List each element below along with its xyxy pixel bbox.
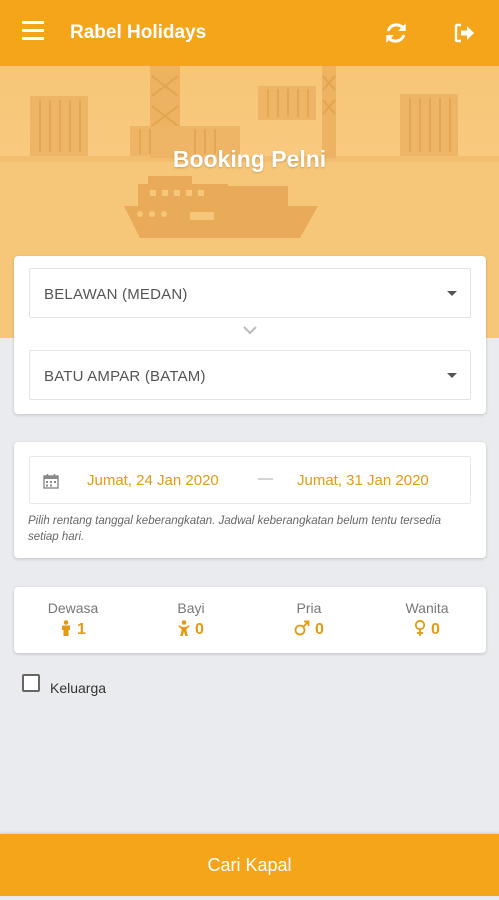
route-card: BELAWAN (MEDAN) BATU AMPAR (BATAM): [14, 256, 486, 414]
logout-icon[interactable]: [452, 21, 476, 45]
passenger-label: Wanita: [405, 600, 449, 616]
infant-icon: [178, 620, 190, 636]
start-date[interactable]: Jumat, 24 Jan 2020: [87, 472, 219, 489]
adult-icon: [62, 620, 71, 636]
passenger-female[interactable]: Wanita 0: [368, 587, 486, 653]
origin-port-value: BELAWAN (MEDAN): [44, 286, 188, 303]
destination-port-select[interactable]: BATU AMPAR (BATAM): [29, 350, 471, 400]
passenger-count: 0: [195, 621, 204, 638]
passenger-card: Dewasa 1 Bayi 0 Pria 0 Wanita 0: [14, 587, 486, 653]
date-hint-text: Pilih rentang tanggal keberangkatan. Jad…: [28, 515, 442, 543]
passenger-male[interactable]: Pria 0: [250, 587, 368, 653]
family-checkbox[interactable]: [22, 674, 40, 692]
passenger-label: Pria: [296, 600, 322, 616]
chevron-down-icon: [243, 326, 257, 335]
passenger-adult[interactable]: Dewasa 1: [14, 587, 132, 653]
dropdown-caret-icon: [447, 373, 457, 378]
menu-icon[interactable]: [22, 21, 48, 43]
passenger-label: Bayi: [177, 600, 205, 616]
family-checkbox-label: Keluarga: [50, 680, 107, 696]
dropdown-caret-icon: [447, 291, 457, 296]
app-title: Rabel Holidays: [70, 22, 207, 43]
origin-port-select[interactable]: BELAWAN (MEDAN): [29, 268, 471, 318]
date-range-picker[interactable]: Jumat, 24 Jan 2020 — Jumat, 31 Jan 2020: [29, 456, 471, 504]
date-separator: —: [258, 470, 273, 487]
female-icon: [414, 619, 426, 636]
passenger-count: 0: [431, 621, 440, 638]
date-card: Jumat, 24 Jan 2020 — Jumat, 31 Jan 2020 …: [14, 442, 486, 558]
destination-port-value: BATU AMPAR (BATAM): [44, 368, 206, 385]
male-icon: [294, 620, 310, 636]
passenger-infant[interactable]: Bayi 0: [132, 587, 250, 653]
passenger-label: Dewasa: [47, 600, 99, 616]
end-date[interactable]: Jumat, 31 Jan 2020: [297, 472, 429, 489]
search-ship-button[interactable]: Cari Kapal: [0, 834, 499, 896]
passenger-count: 1: [77, 621, 86, 638]
app-bar: Rabel Holidays: [0, 0, 499, 66]
refresh-icon[interactable]: [383, 20, 409, 46]
calendar-icon: [43, 474, 59, 489]
passenger-count: 0: [315, 621, 324, 638]
page-heading: Booking Pelni: [172, 146, 327, 172]
